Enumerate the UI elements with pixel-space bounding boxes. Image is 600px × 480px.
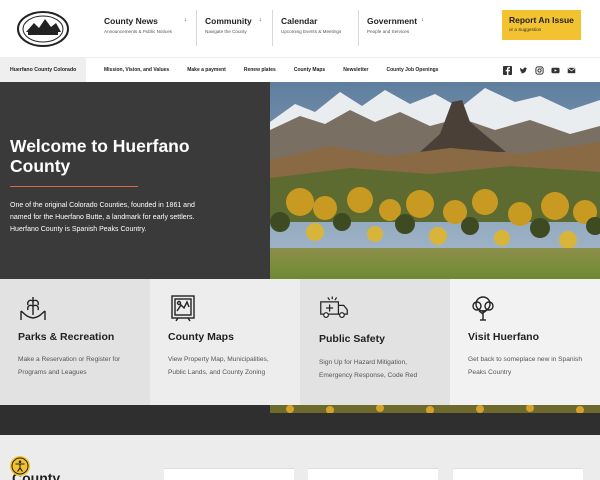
card-description: View Property Map, Municipalities, Publi… — [168, 356, 269, 376]
instagram-icon[interactable] — [535, 66, 544, 75]
nav-subtitle: Announcements & Public Notices — [104, 29, 172, 34]
hero-divider — [10, 186, 138, 187]
feature-card[interactable] — [308, 468, 438, 480]
nav-subtitle: Upcoming Events & Meetings — [281, 29, 342, 34]
wheat-hand-icon — [20, 297, 46, 320]
card-parks-recreation[interactable]: Parks & Recreation Make a Reservation or… — [0, 279, 150, 405]
youtube-icon[interactable] — [551, 66, 560, 75]
dropdown-caret-icon: ↓ — [259, 17, 262, 23]
card-public-safety[interactable]: Public Safety Sign Up for Hazard Mitigat… — [300, 279, 450, 405]
main-nav: County News Announcements & Public Notic… — [96, 10, 428, 46]
link-county-maps[interactable]: County Maps — [294, 67, 325, 73]
accessibility-button[interactable] — [10, 456, 30, 476]
landscape-strip — [0, 405, 600, 413]
card-title: County Maps — [168, 331, 234, 343]
link-mission[interactable]: Mission, Vision, and Values — [104, 67, 169, 73]
facebook-icon[interactable] — [503, 66, 512, 75]
nav-title: Community — [205, 16, 252, 26]
hero-title: Welcome to Huerfano County — [10, 136, 190, 176]
accessibility-icon — [11, 457, 29, 475]
lower-section: County — [0, 435, 600, 480]
social-links — [503, 66, 576, 75]
hero-description: One of the original Colorado Counties, f… — [10, 202, 195, 234]
nav-title: County News — [104, 16, 158, 26]
site-header: County News Announcements & Public Notic… — [0, 0, 600, 57]
report-issue-button[interactable]: Report An Issue or a Suggestion — [502, 10, 581, 40]
tree-icon — [472, 296, 494, 321]
ambulance-icon — [320, 296, 348, 318]
card-description: Get back to someplace new in Spanish Pea… — [468, 356, 582, 376]
county-seal-icon[interactable] — [16, 10, 70, 48]
card-description: Make a Reservation or Register for Progr… — [18, 356, 121, 376]
card-county-maps[interactable]: County Maps View Property Map, Municipal… — [150, 279, 300, 405]
nav-subtitle: Navigate the County — [205, 29, 247, 34]
feature-card[interactable] — [453, 468, 583, 480]
nav-community[interactable]: Community Navigate the County ↓ — [196, 10, 272, 46]
card-description: Sign Up for Hazard Mitigation, Emergency… — [319, 359, 418, 379]
secondary-links: Mission, Vision, and Values Make a payme… — [104, 67, 456, 73]
nav-county-news[interactable]: County News Announcements & Public Notic… — [96, 10, 196, 46]
nav-subtitle: People and Services — [367, 29, 410, 34]
mail-icon[interactable] — [567, 66, 576, 75]
secondary-nav: Huerfano County Colorado Mission, Vision… — [0, 57, 600, 83]
dark-band — [0, 413, 600, 435]
hero-panel: Welcome to Huerfano County One of the or… — [0, 82, 270, 279]
link-newsletter[interactable]: Newsletter — [343, 67, 368, 73]
home-tab[interactable]: Huerfano County Colorado — [0, 58, 86, 83]
landscape-photo — [270, 82, 600, 279]
report-subtitle: or a Suggestion — [509, 27, 542, 32]
twitter-icon[interactable] — [519, 66, 528, 75]
map-frame-icon — [171, 295, 195, 322]
nav-title: Government — [367, 16, 418, 26]
card-title: Visit Huerfano — [468, 331, 539, 343]
hero-section: Welcome to Huerfano County One of the or… — [0, 82, 600, 279]
card-title: Parks & Recreation — [18, 331, 115, 343]
dropdown-caret-icon: ↓ — [421, 17, 424, 23]
quick-links: Parks & Recreation Make a Reservation or… — [0, 279, 600, 405]
nav-government[interactable]: Government People and Services ↓ — [358, 10, 428, 46]
link-job-openings[interactable]: County Job Openings — [387, 67, 439, 73]
nav-calendar[interactable]: Calendar Upcoming Events & Meetings — [272, 10, 358, 46]
dropdown-caret-icon: ↓ — [184, 17, 187, 23]
link-renew-plates[interactable]: Renew plates — [244, 67, 276, 73]
nav-title: Calendar — [281, 16, 318, 26]
link-payment[interactable]: Make a payment — [187, 67, 226, 73]
card-visit-huerfano[interactable]: Visit Huerfano Get back to someplace new… — [450, 279, 600, 405]
card-title: Public Safety — [319, 333, 385, 345]
feature-card[interactable] — [164, 468, 294, 480]
report-title: Report An Issue — [509, 15, 574, 25]
